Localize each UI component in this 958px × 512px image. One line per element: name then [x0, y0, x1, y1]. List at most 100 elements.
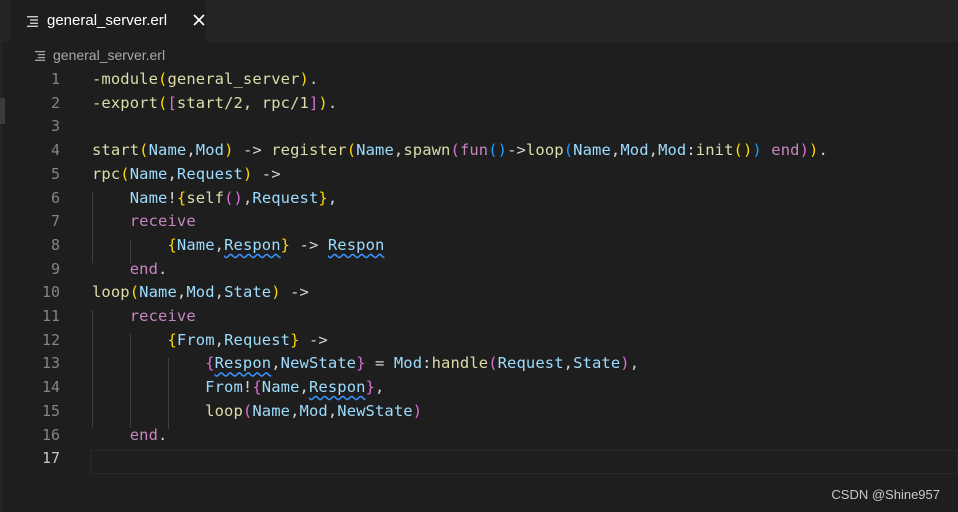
- tab-label: general_server.erl: [47, 12, 168, 29]
- line-number: 17: [41, 449, 60, 468]
- code-line[interactable]: 8 {Name,Respon} -> Respon: [0, 235, 958, 259]
- code-line[interactable]: 4 start(Name,Mod) -> register(Name,spawn(…: [0, 140, 958, 164]
- code-token: ->: [233, 141, 272, 160]
- code-token: receive: [92, 307, 196, 325]
- code-token: ): [412, 401, 423, 420]
- line-number: 14: [41, 378, 60, 397]
- code-line[interactable]: 9 end.: [0, 259, 958, 283]
- code-text: {Name,Respon} -> Respon: [92, 236, 384, 254]
- code-token: handle: [431, 354, 489, 373]
- code-token: ): [299, 70, 309, 88]
- code-token: ->: [280, 283, 309, 302]
- code-token: .: [158, 259, 168, 278]
- code-token: [: [167, 93, 177, 112]
- line-number: 7: [50, 212, 60, 231]
- code-line[interactable]: 14 From!{Name,Respon},: [0, 377, 958, 401]
- code-token: ,: [290, 401, 300, 420]
- line-number: 4: [50, 141, 60, 160]
- code-token: Respon: [308, 378, 366, 397]
- line-number: 5: [50, 164, 60, 183]
- code-token: {: [167, 235, 177, 254]
- code-text: loop(Name,Mod,NewState): [92, 402, 422, 420]
- code-line[interactable]: 7 receive: [0, 211, 958, 235]
- code-token: start: [92, 141, 140, 160]
- code-token: From: [176, 330, 215, 349]
- code-token: ,: [176, 283, 187, 302]
- code-token: .: [308, 70, 319, 88]
- code-token: ,: [214, 235, 225, 254]
- code-text: receive: [92, 307, 196, 325]
- code-text: start(Name,Mod) -> register(Name,spawn(f…: [92, 141, 828, 159]
- code-line[interactable]: 2 -export([start/2, rpc/1]).: [0, 93, 958, 117]
- code-token: }: [365, 378, 375, 397]
- code-token: ,: [242, 188, 253, 207]
- code-line[interactable]: 3: [0, 116, 958, 140]
- code-line[interactable]: 16 end.: [0, 425, 958, 449]
- code-token: }: [318, 188, 328, 207]
- code-token: Name: [261, 378, 300, 397]
- code-token: Request: [224, 330, 291, 349]
- code-token: .: [818, 141, 828, 160]
- code-token: State: [224, 283, 272, 302]
- code-token: loop: [92, 401, 243, 420]
- code-token: (): [488, 141, 508, 160]
- code-line[interactable]: 10 loop(Name,Mod,State) ->: [0, 282, 958, 306]
- code-token: ,: [393, 141, 404, 160]
- code-token: ,: [167, 164, 177, 183]
- code-token: end: [92, 425, 159, 444]
- code-line[interactable]: 1 -module(general_server).: [0, 69, 958, 93]
- code-token: ,: [648, 141, 659, 160]
- code-text: rpc(Name,Request) ->: [92, 165, 281, 183]
- code-token: (: [563, 141, 574, 160]
- code-token: -export: [92, 93, 159, 112]
- code-token: ]: [308, 93, 319, 112]
- code-token: general_server: [167, 70, 300, 88]
- tab-general-server[interactable]: general_server.erl: [10, 0, 206, 42]
- file-lines-icon: [27, 16, 38, 27]
- code-line[interactable]: 12 {From,Request} ->: [0, 330, 958, 354]
- code-token: {: [252, 378, 262, 397]
- line-number: 12: [41, 330, 60, 349]
- watermark: CSDN @Shine957: [831, 487, 940, 502]
- code-token: end: [92, 259, 159, 278]
- code-token: ,: [214, 283, 225, 302]
- code-token: ,: [299, 378, 309, 397]
- code-token: Request: [497, 354, 564, 373]
- code-token: Mod: [299, 401, 328, 420]
- code-line[interactable]: 6 Name!{self(),Request},: [0, 188, 958, 212]
- code-token: rpc: [92, 164, 121, 183]
- code-token: ): [752, 141, 762, 160]
- breadcrumb-file[interactable]: general_server.erl: [53, 47, 165, 63]
- code-token: !: [167, 188, 177, 207]
- code-token: =: [365, 354, 394, 373]
- code-text: {From,Request} ->: [92, 331, 328, 349]
- code-token: Name: [356, 141, 394, 160]
- code-text: {Respon,NewState} = Mod:handle(Request,S…: [92, 354, 639, 372]
- code-token: ->: [252, 164, 281, 183]
- code-text: loop(Name,Mod,State) ->: [92, 283, 309, 301]
- code-token: }: [356, 354, 366, 373]
- code-text: -module(general_server).: [92, 70, 318, 88]
- code-token: {: [167, 330, 177, 349]
- code-token: .: [327, 93, 338, 112]
- code-token: receive: [92, 212, 196, 231]
- code-line[interactable]: 11 receive: [0, 306, 958, 330]
- code-token: ->: [290, 235, 328, 254]
- code-token: (: [346, 141, 357, 160]
- line-number: 8: [50, 235, 60, 254]
- code-line[interactable]: 17: [0, 448, 958, 472]
- code-token: Name: [573, 141, 611, 160]
- line-number: 10: [41, 283, 60, 302]
- code-line[interactable]: 13 {Respon,NewState} = Mod:handle(Reques…: [0, 353, 958, 377]
- code-line[interactable]: 5 rpc(Name,Request) ->: [0, 164, 958, 188]
- code-token: (: [450, 141, 460, 160]
- code-token: Request: [252, 188, 319, 207]
- code-token: Mod: [195, 141, 225, 160]
- code-token: (: [242, 401, 253, 420]
- code-token: :: [422, 354, 432, 373]
- close-icon[interactable]: [191, 12, 207, 28]
- code-line[interactable]: 15 loop(Name,Mod,NewState): [0, 401, 958, 425]
- line-number: 2: [50, 93, 60, 112]
